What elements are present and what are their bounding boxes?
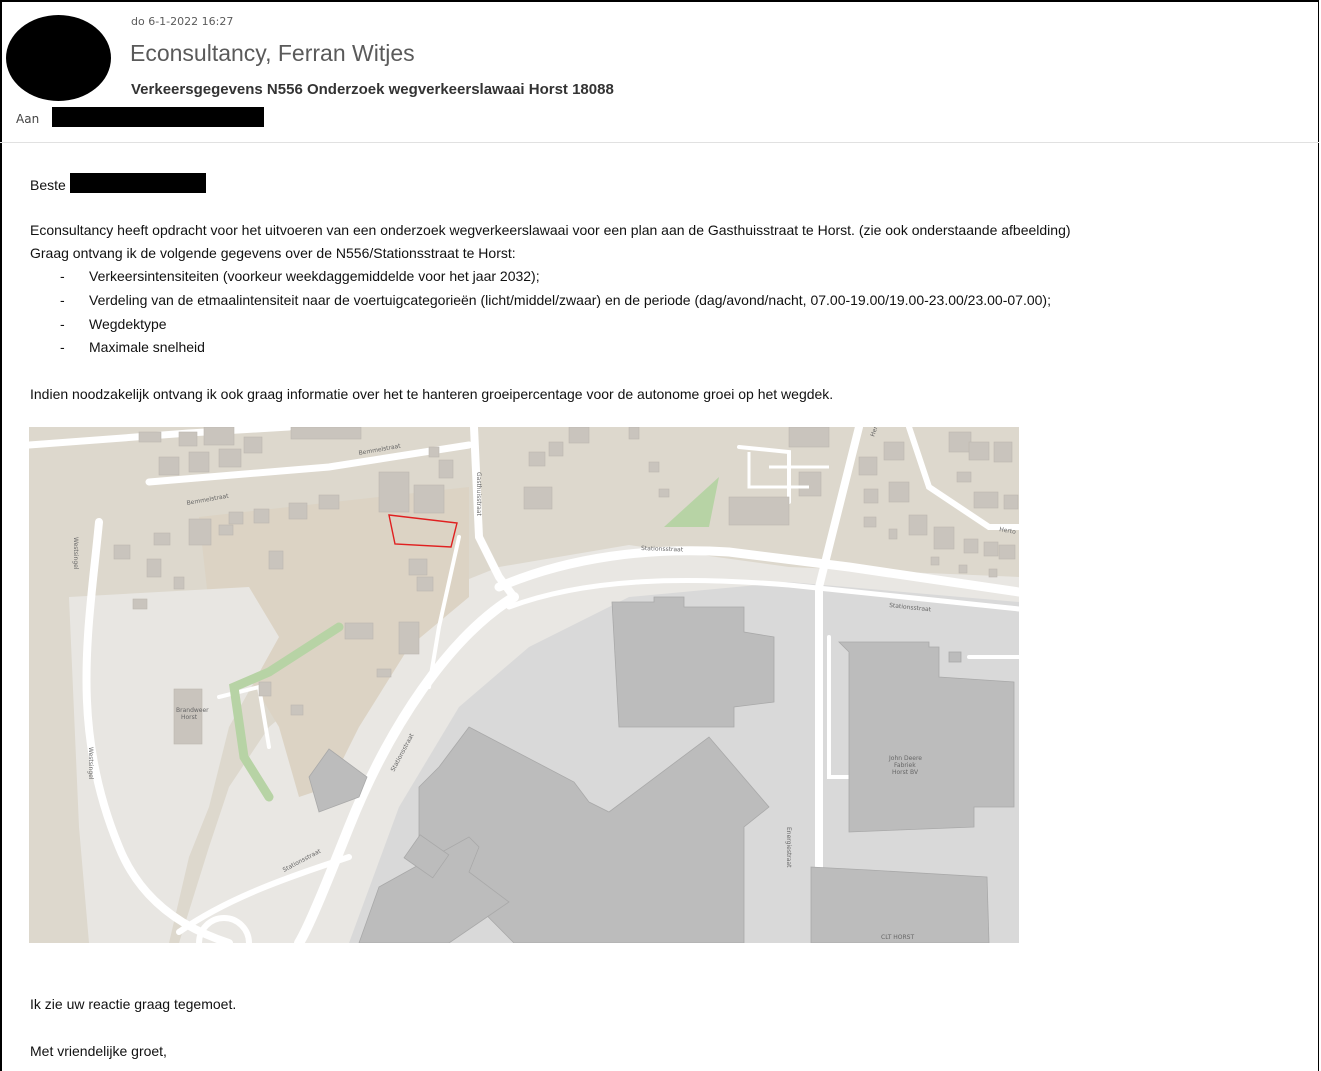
sender-name[interactable]: Econsultancy, Ferran Witjes — [130, 40, 415, 67]
street-label: Stationsstraat — [641, 545, 684, 553]
poi-label: CLT HORST — [881, 934, 914, 941]
street-label: Gasthuisstraat — [475, 472, 482, 517]
email-subject: Verkeersgegevens N556 Onderzoek wegverke… — [131, 81, 614, 98]
email-header: do 6-1-2022 16:27 Econsultancy, Ferran W… — [0, 0, 1319, 143]
intro-line-2: Graag ontvang ik de volgende gegevens ov… — [30, 245, 516, 261]
list-dash: - — [60, 316, 65, 332]
list-item-text: Wegdektype — [89, 316, 167, 332]
list-dash: - — [60, 339, 65, 355]
intro-line-1: Econsultancy heeft opdracht voor het uit… — [30, 222, 1071, 238]
list-item-text: Verkeersintensiteiten (voorkeur weekdagg… — [89, 268, 540, 284]
email-date: do 6-1-2022 16:27 — [131, 15, 234, 28]
map-svg: Bemmelstraat Bemmelstraat Gasthuisstraat… — [29, 427, 1019, 943]
poi-label: Brandweer — [176, 707, 209, 714]
poi-label: Horst — [181, 714, 198, 721]
closing-line-1: Ik zie uw reactie graag tegemoet. — [30, 996, 237, 1012]
street-label: Westsingel — [87, 747, 94, 780]
greeting-name-redacted — [70, 173, 206, 193]
to-label: Aan — [16, 112, 40, 126]
greeting: Beste — [30, 177, 66, 193]
closing-line-2: Met vriendelijke groet, — [30, 1043, 167, 1059]
location-map: Bemmelstraat Bemmelstraat Gasthuisstraat… — [29, 427, 1019, 943]
recipient-redacted[interactable] — [52, 107, 264, 127]
paragraph-growth: Indien noodzakelijk ontvang ik ook graag… — [30, 386, 834, 402]
poi-label: Fabriek — [894, 762, 916, 769]
list-item-text: Maximale snelheid — [89, 339, 205, 355]
list-dash: - — [60, 268, 65, 284]
sender-avatar — [6, 15, 111, 101]
poi-label: John Deere — [888, 755, 922, 762]
list-dash: - — [60, 292, 65, 308]
list-item-text: Verdeling van de etmaalintensiteit naar … — [89, 292, 1051, 308]
street-label: Westsingel — [72, 537, 79, 570]
street-label: Energiestraat — [785, 827, 792, 868]
poi-label: Horst BV — [892, 769, 919, 776]
